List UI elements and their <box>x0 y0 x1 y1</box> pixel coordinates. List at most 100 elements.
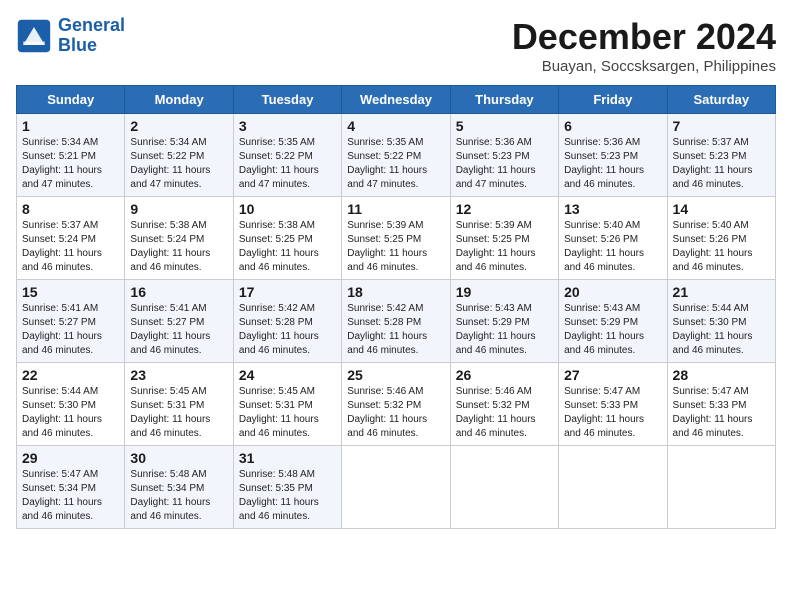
calendar-cell: 6 Sunrise: 5:36 AMSunset: 5:23 PMDaylight… <box>559 114 667 197</box>
day-info: Sunrise: 5:40 AMSunset: 5:26 PMDaylight:… <box>564 219 661 275</box>
calendar-cell: 15Sunrise: 5:41 AMSunset: 5:27 PMDayligh… <box>17 280 125 363</box>
day-number: 13 <box>564 201 661 217</box>
day-info: Sunrise: 5:45 AMSunset: 5:31 PMDaylight:… <box>130 385 227 441</box>
day-info: Sunrise: 5:36 AMSunset: 5:23 PMDaylight:… <box>564 136 661 192</box>
day-info: Sunrise: 5:35 AMSunset: 5:22 PMDaylight:… <box>239 136 336 192</box>
calendar-week-row: 1 Sunrise: 5:34 AMSunset: 5:21 PMDaylight… <box>17 114 776 197</box>
column-header-saturday: Saturday <box>667 86 775 114</box>
calendar-cell: 24 Sunrise: 5:45 AMSunset: 5:31 PMDayligh… <box>233 363 341 446</box>
column-header-wednesday: Wednesday <box>342 86 450 114</box>
logo-general: General <box>58 15 125 35</box>
day-info: Sunrise: 5:34 AMSunset: 5:22 PMDaylight:… <box>130 136 227 192</box>
day-number: 5 <box>456 118 553 134</box>
calendar-cell: 10 Sunrise: 5:38 AMSunset: 5:25 PMDayligh… <box>233 197 341 280</box>
day-number: 24 <box>239 367 336 383</box>
calendar-cell: 14Sunrise: 5:40 AMSunset: 5:26 PMDayligh… <box>667 197 775 280</box>
day-number: 3 <box>239 118 336 134</box>
day-number: 25 <box>347 367 444 383</box>
day-number: 14 <box>673 201 770 217</box>
header: General Blue December 2024 Buayan, Soccs… <box>16 16 776 75</box>
day-info: Sunrise: 5:36 AMSunset: 5:23 PMDaylight:… <box>456 136 553 192</box>
day-number: 21 <box>673 284 770 300</box>
day-number: 26 <box>456 367 553 383</box>
calendar-body: 1 Sunrise: 5:34 AMSunset: 5:21 PMDaylight… <box>17 114 776 529</box>
calendar-cell: 30 Sunrise: 5:48 AMSunset: 5:34 PMDayligh… <box>125 446 233 529</box>
column-header-thursday: Thursday <box>450 86 558 114</box>
calendar-cell: 11Sunrise: 5:39 AMSunset: 5:25 PMDayligh… <box>342 197 450 280</box>
day-info: Sunrise: 5:42 AMSunset: 5:28 PMDaylight:… <box>239 302 336 358</box>
calendar-cell: 21Sunrise: 5:44 AMSunset: 5:30 PMDayligh… <box>667 280 775 363</box>
day-number: 18 <box>347 284 444 300</box>
logo-blue: Blue <box>58 35 97 55</box>
day-info: Sunrise: 5:38 AMSunset: 5:25 PMDaylight:… <box>239 219 336 275</box>
calendar-cell <box>342 446 450 529</box>
calendar-week-row: 15Sunrise: 5:41 AMSunset: 5:27 PMDayligh… <box>17 280 776 363</box>
day-number: 12 <box>456 201 553 217</box>
day-number: 23 <box>130 367 227 383</box>
day-number: 2 <box>130 118 227 134</box>
day-number: 30 <box>130 450 227 466</box>
day-number: 27 <box>564 367 661 383</box>
calendar-cell: 20 Sunrise: 5:43 AMSunset: 5:29 PMDayligh… <box>559 280 667 363</box>
column-header-friday: Friday <box>559 86 667 114</box>
calendar-week-row: 22Sunrise: 5:44 AMSunset: 5:30 PMDayligh… <box>17 363 776 446</box>
calendar-cell: 16 Sunrise: 5:41 AMSunset: 5:27 PMDayligh… <box>125 280 233 363</box>
calendar-cell: 18 Sunrise: 5:42 AMSunset: 5:28 PMDayligh… <box>342 280 450 363</box>
calendar-cell: 3 Sunrise: 5:35 AMSunset: 5:22 PMDaylight… <box>233 114 341 197</box>
day-info: Sunrise: 5:39 AMSunset: 5:25 PMDaylight:… <box>347 219 444 275</box>
day-info: Sunrise: 5:48 AMSunset: 5:35 PMDaylight:… <box>239 468 336 524</box>
calendar-cell: 9 Sunrise: 5:38 AMSunset: 5:24 PMDaylight… <box>125 197 233 280</box>
logo: General Blue <box>16 16 125 56</box>
calendar-cell: 19Sunrise: 5:43 AMSunset: 5:29 PMDayligh… <box>450 280 558 363</box>
column-header-tuesday: Tuesday <box>233 86 341 114</box>
day-info: Sunrise: 5:34 AMSunset: 5:21 PMDaylight:… <box>22 136 119 192</box>
day-info: Sunrise: 5:39 AMSunset: 5:25 PMDaylight:… <box>456 219 553 275</box>
day-info: Sunrise: 5:45 AMSunset: 5:31 PMDaylight:… <box>239 385 336 441</box>
calendar-table: SundayMondayTuesdayWednesdayThursdayFrid… <box>16 85 776 529</box>
day-info: Sunrise: 5:37 AMSunset: 5:23 PMDaylight:… <box>673 136 770 192</box>
day-number: 7 <box>673 118 770 134</box>
day-info: Sunrise: 5:48 AMSunset: 5:34 PMDaylight:… <box>130 468 227 524</box>
calendar-cell: 17Sunrise: 5:42 AMSunset: 5:28 PMDayligh… <box>233 280 341 363</box>
calendar-cell: 29Sunrise: 5:47 AMSunset: 5:34 PMDayligh… <box>17 446 125 529</box>
calendar-cell <box>450 446 558 529</box>
day-info: Sunrise: 5:41 AMSunset: 5:27 PMDaylight:… <box>22 302 119 358</box>
calendar-cell: 4Sunrise: 5:35 AMSunset: 5:22 PMDaylight… <box>342 114 450 197</box>
calendar-cell: 7 Sunrise: 5:37 AMSunset: 5:23 PMDaylight… <box>667 114 775 197</box>
title-area: December 2024 Buayan, Soccsksargen, Phil… <box>512 16 776 75</box>
day-info: Sunrise: 5:46 AMSunset: 5:32 PMDaylight:… <box>456 385 553 441</box>
calendar-cell: 28Sunrise: 5:47 AMSunset: 5:33 PMDayligh… <box>667 363 775 446</box>
calendar-header-row: SundayMondayTuesdayWednesdayThursdayFrid… <box>17 86 776 114</box>
calendar-cell: 12 Sunrise: 5:39 AMSunset: 5:25 PMDayligh… <box>450 197 558 280</box>
calendar-cell: 31 Sunrise: 5:48 AMSunset: 5:35 PMDayligh… <box>233 446 341 529</box>
day-info: Sunrise: 5:43 AMSunset: 5:29 PMDaylight:… <box>564 302 661 358</box>
day-number: 29 <box>22 450 119 466</box>
day-number: 9 <box>130 201 227 217</box>
day-number: 8 <box>22 201 119 217</box>
day-info: Sunrise: 5:47 AMSunset: 5:33 PMDaylight:… <box>564 385 661 441</box>
day-info: Sunrise: 5:43 AMSunset: 5:29 PMDaylight:… <box>456 302 553 358</box>
day-info: Sunrise: 5:41 AMSunset: 5:27 PMDaylight:… <box>130 302 227 358</box>
calendar-week-row: 29Sunrise: 5:47 AMSunset: 5:34 PMDayligh… <box>17 446 776 529</box>
day-number: 10 <box>239 201 336 217</box>
calendar-cell <box>559 446 667 529</box>
month-year-title: December 2024 <box>512 16 776 58</box>
calendar-cell: 5 Sunrise: 5:36 AMSunset: 5:23 PMDaylight… <box>450 114 558 197</box>
day-number: 31 <box>239 450 336 466</box>
day-info: Sunrise: 5:38 AMSunset: 5:24 PMDaylight:… <box>130 219 227 275</box>
logo-icon <box>16 18 52 54</box>
day-info: Sunrise: 5:42 AMSunset: 5:28 PMDaylight:… <box>347 302 444 358</box>
logo-text: General Blue <box>58 16 125 56</box>
day-info: Sunrise: 5:37 AMSunset: 5:24 PMDaylight:… <box>22 219 119 275</box>
day-number: 1 <box>22 118 119 134</box>
day-number: 20 <box>564 284 661 300</box>
day-number: 4 <box>347 118 444 134</box>
day-number: 6 <box>564 118 661 134</box>
calendar-cell: 27 Sunrise: 5:47 AMSunset: 5:33 PMDayligh… <box>559 363 667 446</box>
calendar-cell: 23 Sunrise: 5:45 AMSunset: 5:31 PMDayligh… <box>125 363 233 446</box>
calendar-cell: 25Sunrise: 5:46 AMSunset: 5:32 PMDayligh… <box>342 363 450 446</box>
column-header-monday: Monday <box>125 86 233 114</box>
calendar-cell: 22Sunrise: 5:44 AMSunset: 5:30 PMDayligh… <box>17 363 125 446</box>
day-number: 22 <box>22 367 119 383</box>
day-number: 16 <box>130 284 227 300</box>
